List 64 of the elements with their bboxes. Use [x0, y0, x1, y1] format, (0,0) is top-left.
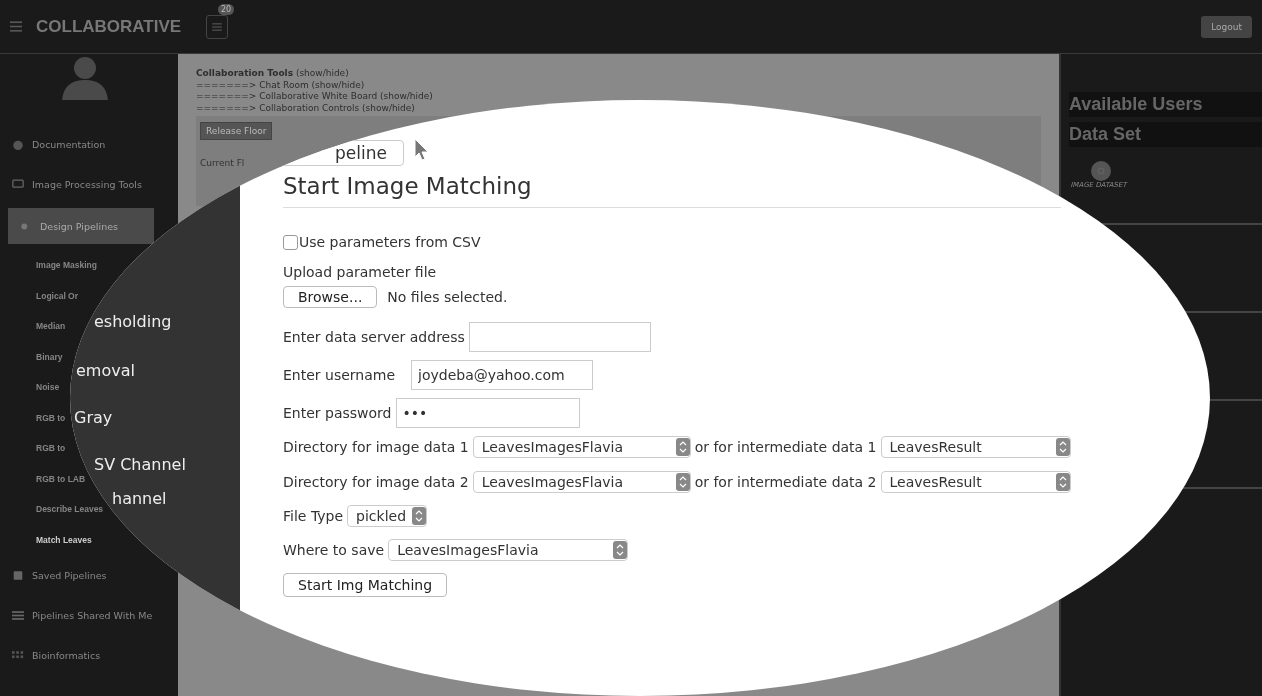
show-hide-link[interactable]: =======> Chat Room (show/hide)	[196, 79, 365, 91]
field-label: Directory for image data 1	[283, 439, 469, 455]
field-label: Enter password	[283, 405, 392, 421]
dataset-icon[interactable]	[1091, 161, 1111, 181]
release-floor-button[interactable]: Release Floor	[200, 122, 273, 140]
sidebar-subitem[interactable]: hannel	[112, 489, 167, 508]
field-label: File Type	[283, 508, 344, 524]
list-icon	[212, 22, 222, 31]
select-field[interactable]: LeavesImagesFlavia	[472, 471, 691, 493]
show-hide-link[interactable]: =======> Collaborative White Board (show/hide)	[196, 91, 433, 103]
updown-icon	[613, 540, 628, 560]
select-field[interactable]: LeavesResult	[880, 471, 1071, 493]
input-field[interactable]: joydeba@yahoo.com	[411, 360, 594, 390]
show-hide-link[interactable]: =======> Collaboration Controls (show/hide)	[196, 102, 415, 114]
sidebar-subitem[interactable]: SV Channel	[94, 455, 186, 474]
gauge-icon	[12, 138, 24, 150]
sidebar-subitem[interactable]: RGB to	[36, 402, 66, 433]
browse-button[interactable]: Browse...	[283, 286, 378, 308]
field-label: Upload parameter file	[283, 264, 437, 280]
panel-heading: Data Set	[1069, 122, 1262, 147]
field-label: Enter data server address	[283, 329, 465, 345]
select-field[interactable]: LeavesResult	[880, 436, 1071, 458]
notification-badge: 20	[218, 4, 235, 15]
input-field[interactable]	[468, 322, 651, 352]
list-icon	[12, 609, 24, 621]
updown-icon	[1055, 437, 1070, 457]
select-field[interactable]: LeavesImagesFlavia	[388, 539, 629, 561]
mouse-cursor-icon	[414, 138, 430, 162]
updown-icon	[675, 437, 690, 457]
field-label: Enter username	[283, 367, 396, 383]
sidebar-item[interactable]: Design Pipelines	[8, 208, 154, 244]
grid-icon	[12, 649, 24, 661]
sidebar-subitem[interactable]: emoval	[76, 361, 135, 380]
show-hide-link[interactable]: Collaboration Tools (show/hide)	[196, 68, 349, 80]
select-field[interactable]: LeavesImagesFlavia	[472, 436, 691, 458]
sidebar-subitem[interactable]: Noise	[36, 372, 60, 403]
sidebar-subitem[interactable]: esholding	[94, 312, 172, 331]
current-floor-text: Current Fl	[200, 158, 245, 168]
panel-heading: Available Users	[1069, 92, 1262, 117]
file-status: No files selected.	[387, 289, 508, 305]
updown-icon	[675, 472, 690, 492]
logout-button[interactable]: Logout	[1201, 15, 1252, 38]
avatar-icon	[60, 56, 110, 100]
menu-icon[interactable]	[10, 21, 22, 32]
notification-button[interactable]	[206, 14, 228, 39]
field-label: Where to save	[283, 542, 385, 558]
checkbox[interactable]	[283, 234, 298, 250]
checkbox-label: Use parameters from CSV	[299, 234, 481, 250]
monitor-icon	[12, 178, 24, 190]
brand-title: COLLABORATIVE	[36, 16, 183, 37]
book-icon	[12, 569, 24, 581]
input-field[interactable]: •••	[395, 398, 580, 428]
sidebar-subitem[interactable]: RGB to	[36, 433, 66, 464]
sidebar-subitem[interactable]: Median	[36, 311, 66, 342]
field-label: or for intermediate data 1	[694, 439, 877, 455]
updown-icon	[412, 506, 427, 526]
form-title: Start Image Matching	[283, 173, 1061, 208]
field-label: Directory for image data 2	[283, 474, 469, 490]
select-field[interactable]: pickled	[347, 505, 428, 527]
start-matching-button[interactable]: Start Img Matching	[283, 573, 448, 597]
field-label: or for intermediate data 2	[694, 474, 877, 490]
updown-icon	[1055, 472, 1070, 492]
sidebar-subitem[interactable]: Binary	[36, 341, 63, 372]
sidebar-subitem[interactable]: Gray	[74, 408, 113, 427]
